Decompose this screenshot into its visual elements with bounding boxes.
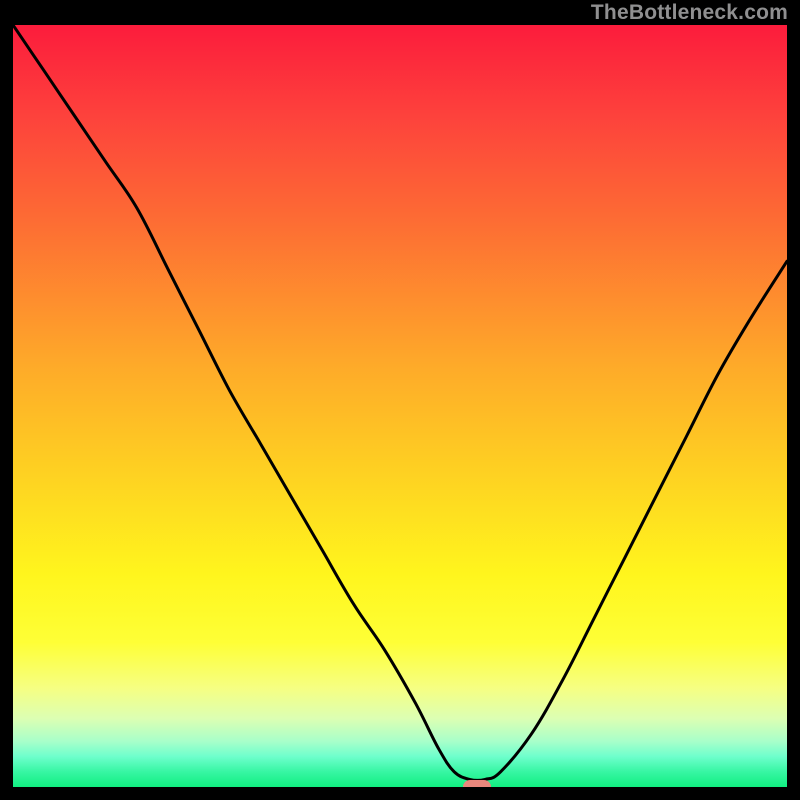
plot-area [13,25,787,787]
optimum-marker [463,780,491,787]
bottleneck-curve [13,25,787,787]
chart-stage: TheBottleneck.com [0,0,800,800]
watermark-label: TheBottleneck.com [591,1,788,25]
